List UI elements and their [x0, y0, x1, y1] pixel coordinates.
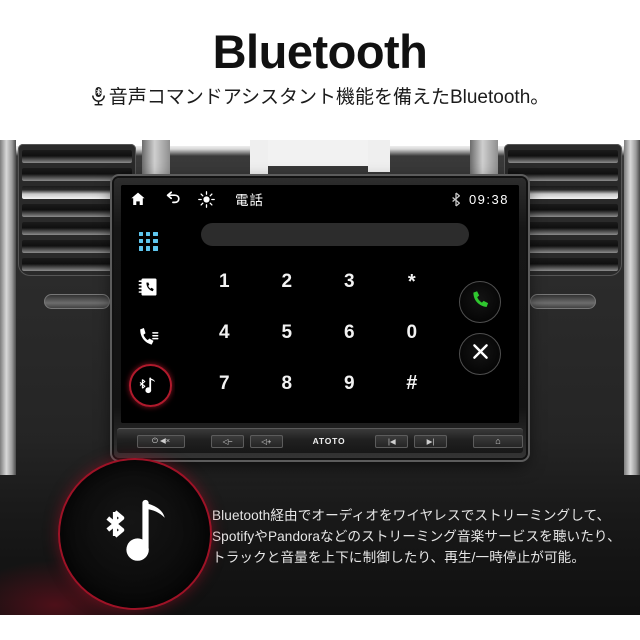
- dialpad-key-8[interactable]: 8: [256, 358, 319, 409]
- page-root: Bluetooth 音声コマンドアシスタント機能を備えたBluetooth。 電…: [0, 0, 640, 640]
- next-track-button[interactable]: ▶|: [414, 434, 447, 448]
- car-stereo-head-unit: 電話 09:38 1 2 3 * 4 5 6 0 7 8 9 # ⏻ ◀× ◁−…: [114, 178, 526, 458]
- brightness-icon[interactable]: [189, 190, 223, 208]
- bluetooth-music-note-icon: [89, 486, 181, 583]
- photo-top-highlight-center: [258, 140, 382, 166]
- dialpad-key-4[interactable]: 4: [193, 308, 256, 359]
- volume-down-button[interactable]: ◁−: [211, 434, 244, 448]
- call-log-icon: [137, 326, 160, 353]
- dialpad-key-5[interactable]: 5: [256, 308, 319, 359]
- dialer-panel: 1 2 3 * 4 5 6 0 7 8 9 #: [175, 213, 519, 423]
- page-header: Bluetooth 音声コマンドアシスタント機能を備えたBluetooth。: [0, 0, 640, 140]
- screen-title: 電話: [235, 193, 264, 208]
- dialpad-key-1[interactable]: 1: [193, 257, 256, 308]
- photo-top-highlight-left: [250, 140, 268, 174]
- dialpad-keys: 1 2 3 * 4 5 6 0 7 8 9 #: [193, 257, 443, 409]
- phone-number-input[interactable]: [201, 223, 469, 246]
- page-subtitle: 音声コマンドアシスタント機能を備えたBluetooth。: [0, 86, 640, 112]
- microphone-bluetooth-icon: [91, 86, 106, 112]
- call-icon: [470, 289, 491, 315]
- sidebar-item-call-log[interactable]: [121, 313, 175, 365]
- sidebar-item-dialpad[interactable]: [121, 215, 175, 267]
- dialpad-key-0[interactable]: 0: [381, 308, 444, 359]
- home-hardware-button[interactable]: ⌂: [472, 434, 523, 448]
- dialpad-key-star[interactable]: *: [381, 257, 444, 308]
- power-mute-button[interactable]: ⏻ ◀×: [137, 434, 186, 448]
- previous-track-button[interactable]: |◀: [375, 434, 409, 448]
- feature-badge: [58, 458, 212, 610]
- back-arrow-icon[interactable]: [155, 191, 189, 207]
- product-photo: 電話 09:38 1 2 3 * 4 5 6 0 7 8 9 # ⏻ ◀× ◁−…: [0, 140, 640, 615]
- air-vent-left-knob: [44, 294, 110, 309]
- dialpad-key-hash[interactable]: #: [381, 358, 444, 409]
- hardware-button-bar: ⏻ ◀× ◁− ◁+ ATOTO |◀ ▶| ⌂: [117, 428, 523, 453]
- contacts-book-icon: [137, 276, 159, 303]
- phone-sidebar: [121, 213, 176, 423]
- air-vent-right-knob: [530, 294, 596, 309]
- dialpad-grid-icon: [138, 231, 158, 251]
- dashboard-pillar-left: [0, 140, 16, 475]
- bluetooth-icon: [451, 192, 461, 207]
- highlight-ring-bluetooth-music: [129, 364, 172, 407]
- volume-up-button[interactable]: ◁+: [249, 434, 283, 448]
- status-bar-right: 09:38: [451, 192, 519, 207]
- brand-label: ATOTO: [312, 436, 346, 446]
- page-footer: [0, 615, 640, 640]
- dialpad-key-2[interactable]: 2: [256, 257, 319, 308]
- dialpad-key-3[interactable]: 3: [318, 257, 381, 308]
- dialpad-key-6[interactable]: 6: [318, 308, 381, 359]
- head-unit-screen: 電話 09:38 1 2 3 * 4 5 6 0 7 8 9 #: [121, 185, 519, 423]
- page-title: Bluetooth: [212, 25, 428, 78]
- close-x-icon: [471, 342, 490, 366]
- feature-caption: Bluetooth経由でオーディオをワイヤレスでストリーミングして、Spotif…: [212, 508, 621, 566]
- sidebar-item-contacts[interactable]: [121, 263, 175, 315]
- dashboard-pillar-right: [624, 140, 640, 475]
- clock-time: 09:38: [468, 191, 509, 207]
- dialpad-key-9[interactable]: 9: [318, 358, 381, 409]
- photo-top-highlight-right: [368, 140, 390, 172]
- delete-button[interactable]: [459, 333, 501, 375]
- call-button[interactable]: [459, 281, 501, 323]
- home-icon[interactable]: [121, 191, 155, 207]
- dialpad-key-7[interactable]: 7: [193, 358, 256, 409]
- status-bar: 電話 09:38: [121, 185, 519, 213]
- subtitle-text: 音声コマンドアシスタント機能を備えたBluetooth。: [108, 87, 550, 108]
